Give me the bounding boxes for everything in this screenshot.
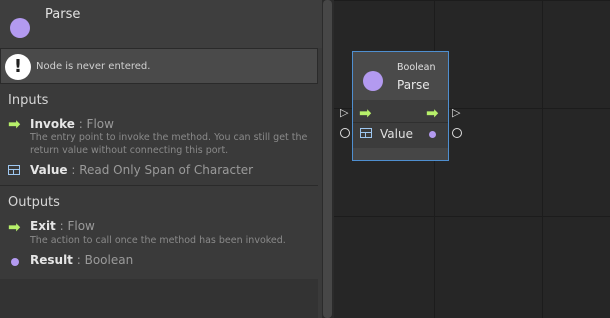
port-description: The entry point to invoke the method. Yo… — [30, 132, 308, 156]
divider — [0, 185, 318, 186]
value-output-port-icon[interactable] — [452, 128, 462, 138]
node-subtitle: Boolean — [397, 62, 436, 73]
flow-output-icon[interactable]: ➡ — [426, 106, 439, 121]
output-port-exit: Exit : Flow — [30, 219, 95, 233]
port-name: Value — [30, 163, 68, 177]
value-port-label: Value — [380, 127, 413, 141]
node-header: Boolean Parse — [353, 52, 448, 100]
node-footer — [353, 148, 448, 160]
scrollbar-thumb[interactable] — [323, 0, 332, 318]
node-type-icon — [10, 18, 30, 38]
node-type-icon — [363, 71, 383, 91]
inspector-header: Parse — [0, 0, 322, 48]
inspector-footer — [0, 279, 318, 318]
control-input-port-icon[interactable]: ▷ — [340, 106, 348, 119]
node-inspector-panel: Parse ! Node is never entered. Inputs ➡ … — [0, 0, 322, 318]
flow-arrow-icon: ➡ — [8, 115, 21, 133]
port-description: The action to call once the method has b… — [30, 235, 286, 246]
table-icon — [8, 165, 20, 175]
port-type: : Flow — [59, 219, 95, 233]
warning-text: Node is never entered. — [36, 61, 151, 72]
node-title: Parse — [397, 78, 430, 92]
divider — [353, 122, 448, 123]
value-dot-icon — [11, 258, 19, 266]
inputs-heading: Inputs — [8, 93, 49, 108]
inspector-title: Parse — [45, 7, 81, 22]
outputs-heading: Outputs — [8, 195, 60, 210]
graph-node-parse[interactable]: Boolean Parse ➡ ➡ Value — [352, 51, 449, 161]
table-icon — [360, 128, 372, 138]
port-name: Invoke — [30, 117, 75, 131]
port-type: : Read Only Span of Character — [71, 163, 254, 177]
flow-arrow-icon: ➡ — [8, 218, 21, 236]
input-port-invoke: Invoke : Flow — [30, 117, 114, 131]
value-input-port-icon[interactable] — [340, 128, 350, 138]
input-port-value: Value : Read Only Span of Character — [30, 163, 253, 177]
warning-box: ! Node is never entered. — [0, 48, 318, 84]
port-name: Exit — [30, 219, 56, 233]
value-dot-icon[interactable] — [429, 131, 436, 138]
exclamation-icon: ! — [5, 54, 31, 80]
port-type: : Boolean — [76, 253, 134, 267]
flow-input-icon[interactable]: ➡ — [359, 106, 372, 121]
output-port-result: Result : Boolean — [30, 253, 133, 267]
port-type: : Flow — [78, 117, 114, 131]
port-name: Result — [30, 253, 73, 267]
control-output-port-icon[interactable]: ▷ — [452, 106, 460, 119]
